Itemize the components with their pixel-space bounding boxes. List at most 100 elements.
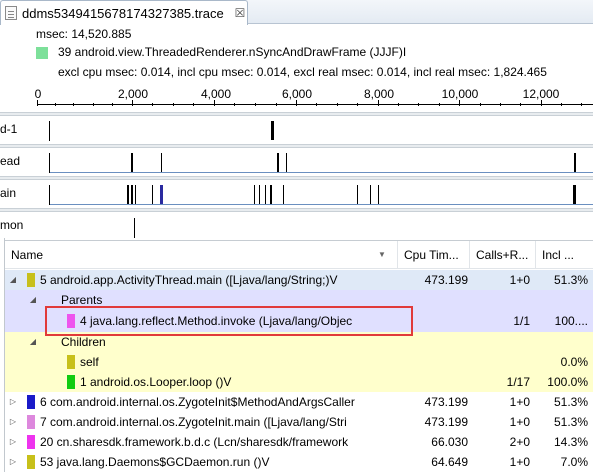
column-header-cpu-time[interactable]: Cpu Tim... [398,241,470,269]
method-color-swatch [36,46,48,59]
trace-segment[interactable] [127,185,129,204]
method-color-swatch [27,395,35,409]
major-tick [378,100,379,106]
minor-tick [93,103,94,106]
table-row[interactable]: ▷ 6 com.android.internal.os.ZygoteInit$M… [5,392,593,412]
minor-tick [255,103,256,106]
profile-table[interactable]: Name ▼ Cpu Tim... Calls+R... Incl ... ◢ … [5,240,593,472]
thread-baseline [50,204,593,205]
column-header-incl[interactable]: Incl ... [536,241,593,269]
timeline-ruler[interactable]: 0 2,000 4,000 6,000 8,000 10,000 12,000 [0,86,593,112]
trace-segment[interactable] [259,185,260,204]
trace-segment[interactable] [131,153,133,172]
collapse-icon[interactable]: ◢ [7,270,19,290]
child-method-row[interactable]: self 0.0% [5,352,593,372]
selected-method-label: 39 android.view.ThreadedRenderer.nSyncAn… [58,45,407,59]
trace-segment[interactable] [152,185,153,204]
column-name-label: Name [11,248,44,262]
method-name: 7 com.android.internal.os.ZygoteInit.mai… [40,415,347,429]
method-name: self [80,355,99,369]
trace-segment[interactable] [270,185,272,204]
minor-tick [55,103,56,106]
trace-segment[interactable] [378,185,379,204]
column-header-calls[interactable]: Calls+R... [470,241,536,269]
trace-segment[interactable] [370,185,371,204]
major-tick [37,100,38,106]
incl-cell: 51.3% [553,415,588,429]
trace-segment[interactable] [573,185,576,204]
method-color-swatch [67,375,75,389]
major-tick [132,100,133,106]
minor-tick [112,103,113,106]
thread-start-marker [49,185,50,205]
major-tick [459,100,460,106]
tick-label: 8,000 [363,87,395,101]
ruler-axis [37,104,593,105]
table-row[interactable]: ▷ 7 com.android.internal.os.ZygoteInit.m… [5,412,593,432]
trace-segment[interactable] [271,121,274,140]
method-name: 6 com.android.internal.os.ZygoteInit$Met… [40,395,355,409]
major-tick [296,100,297,106]
expand-icon[interactable]: ▷ [7,432,19,452]
trace-segment[interactable] [277,153,279,172]
sort-desc-icon: ▼ [378,250,386,259]
column-header-name[interactable]: Name ▼ [5,241,398,269]
trace-segment[interactable] [161,153,162,172]
trace-segment[interactable] [286,153,287,172]
incl-cell: 0.0% [560,355,588,369]
editor-tab-bar: ddms5349415678174327385.trace ☒ [0,0,593,25]
expand-icon[interactable]: ▷ [7,452,19,472]
collapse-icon[interactable]: ◢ [27,290,39,310]
trace-segment[interactable] [265,185,266,204]
trace-file-tab[interactable]: ddms5349415678174327385.trace ☒ [0,0,248,25]
incl-cell: 51.3% [553,273,588,287]
minor-tick [439,103,440,106]
cpu-time-cell: 473.199 [424,395,468,409]
trace-segment[interactable] [131,185,133,204]
tick-label: 0 [34,87,42,101]
table-row[interactable]: ▷ 53 java.lang.Daemons$GCDaemon.run ()V … [5,452,593,472]
collapse-icon[interactable]: ◢ [27,332,39,352]
trace-segment[interactable] [283,185,284,204]
trace-segment[interactable] [135,185,136,204]
minor-tick [500,103,501,106]
trace-file-icon [5,6,17,20]
thread-label: d-1 [0,122,18,136]
incl-cell: 51.3% [553,395,588,409]
thread-label: mon [0,218,24,232]
tick-label: 4,000 [200,87,232,101]
thread-start-marker [49,121,50,141]
thread-track[interactable]: ead [0,148,593,176]
method-color-swatch [27,415,35,429]
child-method-row[interactable]: 1 android.os.Looper.loop ()V 1/17 100.0% [5,372,593,392]
expand-icon[interactable]: ▷ [7,392,19,412]
trace-segment[interactable] [160,185,163,204]
calls-cell: 2+0 [509,435,530,449]
minor-tick [337,103,338,106]
trace-segment[interactable] [357,185,358,204]
method-color-swatch [27,273,35,287]
thread-track[interactable]: ain [0,180,593,208]
thread-track[interactable]: d-1 [0,116,593,144]
trace-segment[interactable] [134,218,135,238]
minor-tick [581,103,582,106]
method-color-swatch [67,355,75,369]
cpu-time-cell: 473.199 [424,415,468,429]
thread-track[interactable]: mon [0,212,593,238]
trace-segment[interactable] [574,153,576,172]
calls-cell: 1/17 [506,375,530,389]
cpu-time-cell: 64.649 [431,455,468,469]
expand-icon[interactable]: ▷ [7,412,19,432]
cpu-time-cell: 66.030 [431,435,468,449]
table-row[interactable]: ◢ 5 android.app.ActivityThread.main ([Lj… [5,270,593,290]
close-tab-icon[interactable]: ☒ [235,6,246,20]
table-row[interactable]: ▷ 20 cn.sharesdk.framework.b.d.c (Lcn/sh… [5,432,593,452]
minor-tick [234,103,235,106]
incl-cell: 100.0% [547,375,588,389]
minor-tick [418,103,419,106]
thread-start-marker [49,153,50,173]
method-color-swatch [27,455,35,469]
trace-segment[interactable] [254,185,255,204]
minor-tick [193,103,194,106]
minor-tick [357,103,358,106]
